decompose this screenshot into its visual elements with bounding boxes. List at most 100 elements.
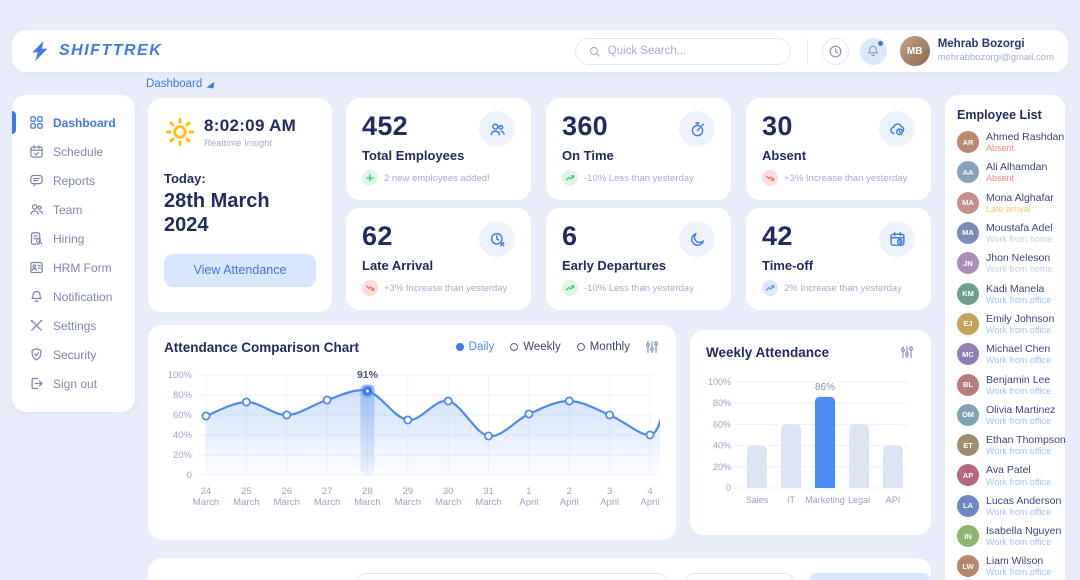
svg-text:91%: 91% bbox=[357, 369, 379, 381]
employee-avatar: LA bbox=[957, 495, 979, 517]
employee-list-item[interactable]: JN Jhon Neleson Work from home bbox=[957, 252, 1055, 275]
employee-list-item[interactable]: MC Michael Chen Work from office bbox=[957, 343, 1055, 366]
quick-search[interactable] bbox=[575, 38, 791, 65]
view-option-weekly[interactable]: Weekly bbox=[510, 341, 561, 353]
svg-text:API: API bbox=[886, 495, 901, 505]
svg-text:1: 1 bbox=[526, 486, 531, 497]
shifttrek-bolt-icon bbox=[30, 40, 52, 62]
bar-chart-title: Weekly Attendance bbox=[706, 345, 829, 360]
history-clock-icon bbox=[828, 44, 843, 59]
trend-up-green-badge-icon bbox=[562, 170, 578, 186]
employee-list-item[interactable]: MA Moustafa Adel Work from home bbox=[957, 222, 1055, 245]
employee-status: Work from office bbox=[986, 537, 1061, 548]
svg-text:March: March bbox=[354, 497, 380, 508]
sidebar-item-hrm-form[interactable]: HRM Form bbox=[12, 253, 135, 282]
employee-avatar: JN bbox=[957, 252, 979, 274]
employee-name: Ethan Thompson bbox=[986, 434, 1066, 446]
employee-list-item[interactable]: AA Ali Alhamdan Absent bbox=[957, 161, 1055, 184]
employee-status: Work from office bbox=[986, 295, 1051, 306]
employee-avatar: AP bbox=[957, 464, 979, 486]
sidebar-item-dashboard[interactable]: Dashboard bbox=[12, 108, 135, 137]
employee-status: Work from office bbox=[986, 567, 1051, 578]
stat-card-total-employees: 452 Total Employees 2 new employees adde… bbox=[346, 98, 531, 200]
employee-list-item[interactable]: MA Mona Alghafar Late arrival bbox=[957, 192, 1055, 215]
svg-text:100%: 100% bbox=[708, 377, 731, 387]
attendance-comparison-card: Attendance Comparison Chart DailyWeeklyM… bbox=[148, 325, 676, 540]
svg-text:20%: 20% bbox=[173, 450, 193, 461]
svg-text:Legal: Legal bbox=[848, 495, 870, 505]
sidebar-item-team[interactable]: Team bbox=[12, 195, 135, 224]
employee-list-item[interactable]: AR Ahmed Rashdan Absent bbox=[957, 131, 1055, 154]
sidebar-item-label: Reports bbox=[53, 174, 95, 188]
sidebar-item-hiring[interactable]: Hiring bbox=[12, 224, 135, 253]
breadcrumb[interactable]: Dashboard bbox=[146, 78, 214, 90]
top-bar: SHIFTTREK MB Mehrab Bozorgi mehrabbozorg… bbox=[12, 30, 1068, 72]
sidebar-item-reports[interactable]: Reports bbox=[12, 166, 135, 195]
user-menu[interactable]: MB Mehrab Bozorgi mehrabbozorgi@gmail.co… bbox=[900, 36, 1054, 66]
employee-avatar: IN bbox=[957, 525, 979, 547]
sidebar-item-sign-out[interactable]: Sign out bbox=[12, 369, 135, 398]
employee-list-item[interactable]: LA Lucas Anderson Work from office bbox=[957, 495, 1055, 518]
trend-down-red-badge-icon bbox=[362, 280, 378, 296]
employee-list-item[interactable]: AP Ava Patel Work from office bbox=[957, 464, 1055, 487]
filter-sliders-icon[interactable] bbox=[899, 344, 915, 360]
employee-status: Work from office bbox=[986, 477, 1051, 488]
employee-list-item[interactable]: IN Isabella Nguyen Work from office bbox=[957, 525, 1055, 548]
employee-name: Ahmed Rashdan bbox=[986, 131, 1064, 143]
employee-name: Ava Patel bbox=[986, 464, 1051, 476]
stat-card-on-time: 360 On Time -10% Less than yesterday bbox=[546, 98, 731, 200]
notifications-button[interactable] bbox=[860, 38, 887, 65]
sidebar-item-security[interactable]: Security bbox=[12, 340, 135, 369]
stat-card-early-departures: 6 Early Departures -10% Less than yester… bbox=[546, 208, 731, 310]
filter-sliders-icon[interactable] bbox=[644, 339, 660, 355]
stat-card-late-arrival: 62 Late Arrival +3% Increase than yester… bbox=[346, 208, 531, 310]
stat-value: 360 bbox=[562, 111, 608, 142]
employee-list-item[interactable]: KM Kadi Manela Work from office bbox=[957, 283, 1055, 306]
hrm-form-id-card-icon bbox=[29, 260, 44, 275]
bottom-primary-button[interactable] bbox=[809, 573, 931, 580]
svg-text:27: 27 bbox=[322, 486, 333, 497]
history-clock-button[interactable] bbox=[822, 38, 849, 65]
svg-text:31: 31 bbox=[483, 486, 494, 497]
svg-text:40%: 40% bbox=[173, 430, 193, 441]
dashboard-page: SHIFTTREK MB Mehrab Bozorgi mehrabbozorg… bbox=[0, 0, 1080, 580]
stat-label: Total Employees bbox=[362, 148, 515, 163]
sidebar-item-settings[interactable]: Settings bbox=[12, 311, 135, 340]
stat-label: On Time bbox=[562, 148, 715, 163]
employee-avatar: AA bbox=[957, 161, 979, 183]
svg-text:80%: 80% bbox=[173, 390, 193, 401]
view-option-daily[interactable]: Daily bbox=[456, 341, 495, 353]
bottom-input-small[interactable] bbox=[685, 573, 794, 580]
search-input[interactable] bbox=[608, 45, 778, 57]
employee-status: Late arrival bbox=[986, 204, 1054, 215]
view-attendance-button[interactable]: View Attendance bbox=[164, 254, 316, 287]
svg-text:3: 3 bbox=[607, 486, 612, 497]
bottom-partial-card bbox=[148, 558, 931, 580]
sidebar-nav: DashboardSchedule Reports TeamHiringHRM Fo… bbox=[12, 95, 135, 412]
employee-avatar: MC bbox=[957, 343, 979, 365]
employee-list-item[interactable]: ET Ethan Thompson Work from office bbox=[957, 434, 1055, 457]
sign-out-icon bbox=[29, 376, 44, 391]
brand-logo[interactable]: SHIFTTREK bbox=[30, 40, 162, 62]
employee-status: Work from office bbox=[986, 386, 1051, 397]
user-name: Mehrab Bozorgi bbox=[938, 38, 1054, 52]
sidebar-item-schedule[interactable]: Schedule bbox=[12, 137, 135, 166]
employee-list-item[interactable]: EJ Emily Johnson Work from office bbox=[957, 313, 1055, 336]
cloud-clock-icon bbox=[879, 111, 915, 147]
sidebar-item-notification[interactable]: Notification bbox=[12, 282, 135, 311]
svg-text:60%: 60% bbox=[173, 410, 193, 421]
employee-list-item[interactable]: BL Benjamin Lee Work from office bbox=[957, 374, 1055, 397]
sidebar-item-label: Settings bbox=[53, 319, 96, 333]
team-people-icon bbox=[29, 202, 44, 217]
breadcrumb-triangle-icon bbox=[207, 80, 215, 88]
employee-avatar: LW bbox=[957, 555, 979, 577]
bottom-input-large[interactable] bbox=[356, 573, 668, 580]
user-email: mehrabbozorgi@gmail.com bbox=[938, 52, 1054, 63]
stat-note: 2 new employees added! bbox=[384, 173, 490, 184]
view-option-monthly[interactable]: Monthly bbox=[577, 341, 630, 353]
svg-text:March: March bbox=[274, 497, 300, 508]
employee-list-item[interactable]: OM Olivia Martinez Work from office bbox=[957, 404, 1055, 427]
employee-status: Work from office bbox=[986, 446, 1066, 457]
employee-list-item[interactable]: LW Liam Wilson Work from office bbox=[957, 555, 1055, 578]
dashboard-grid-icon bbox=[29, 115, 44, 130]
